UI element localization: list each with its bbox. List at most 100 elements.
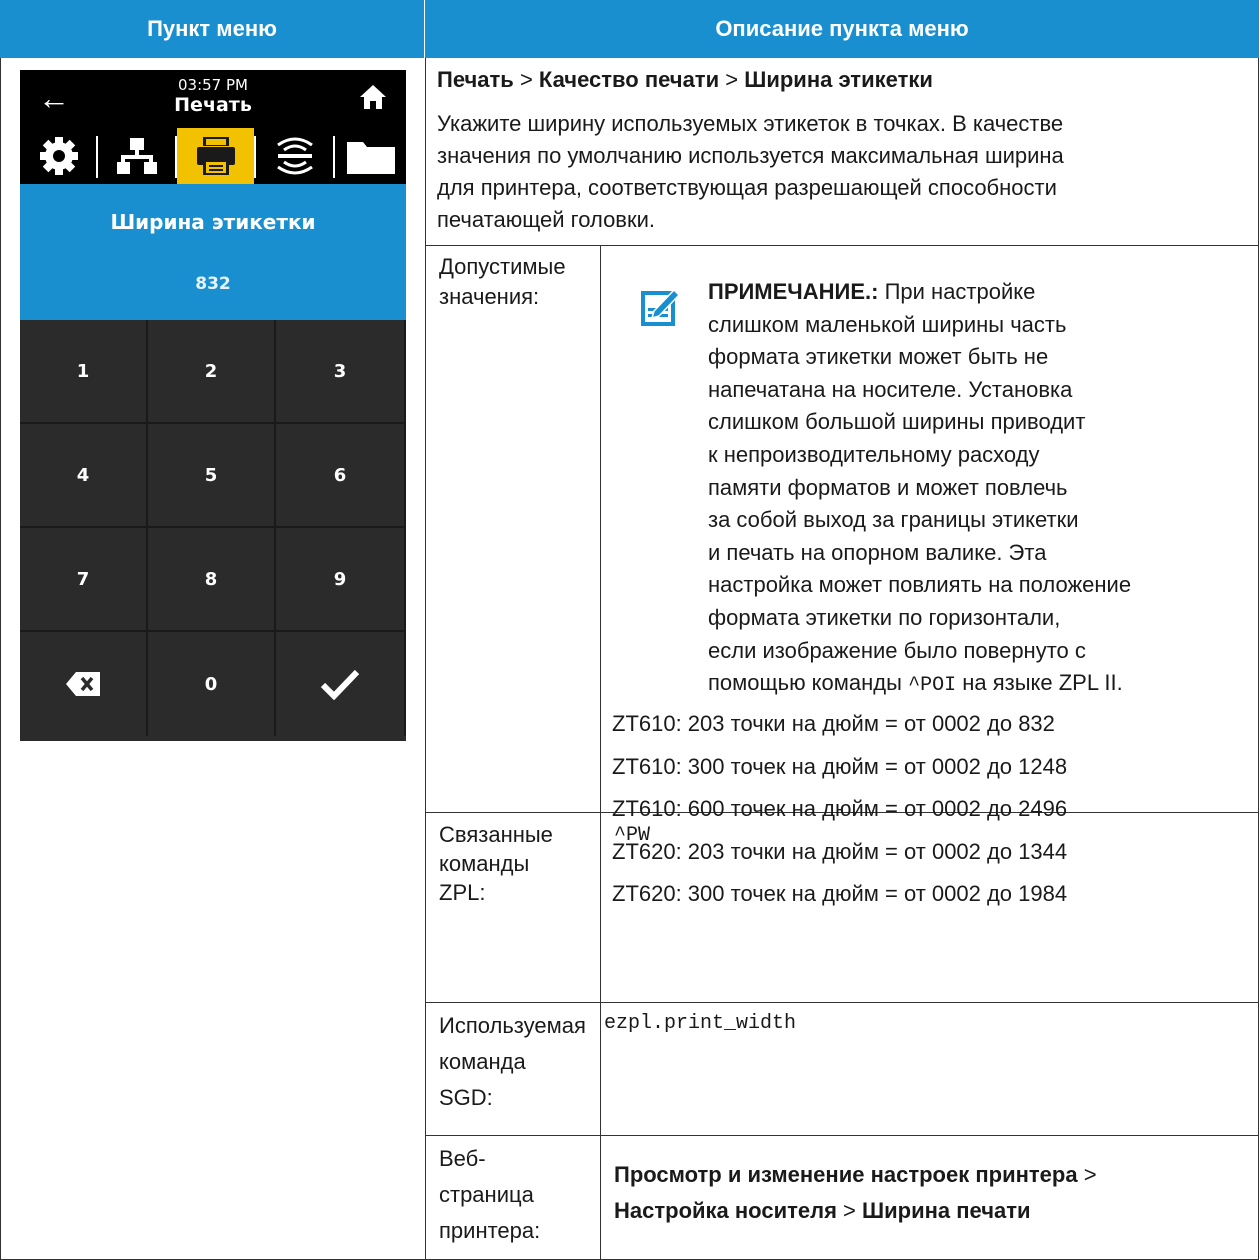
value-range-line: ZT610: 300 точек на дюйм = от 0002 до 12… [612, 753, 1068, 779]
key-3[interactable]: 3 [276, 320, 406, 424]
web-path-part: Настройка носителя [614, 1198, 837, 1223]
tab-sensor[interactable] [256, 128, 333, 184]
display-top-bar: ← 03:57 PM Печать [20, 70, 406, 128]
note-line: слишком маленькой ширины часть [708, 311, 1067, 337]
text-line: значения: [439, 284, 540, 309]
key-7[interactable]: 7 [20, 528, 148, 632]
key-1[interactable]: 1 [20, 320, 148, 424]
text-line: печатающей головки. [437, 207, 656, 232]
printer-display: ← 03:57 PM Печать Ширина этикетки 832 1 … [20, 70, 406, 741]
note-line: слишком большой ширины приводит [708, 409, 1086, 435]
text-line: ZPL: [439, 880, 486, 905]
text-line: Укажите ширину используемых этикеток в т… [437, 111, 1064, 136]
table-border-left [0, 58, 1, 1260]
web-page-path: Просмотр и изменение настроек принтера >… [614, 1157, 1097, 1229]
backspace-key[interactable] [20, 632, 148, 736]
accepted-values-list: ZT610: 203 точки на дюйм = от 0002 до 83… [612, 703, 1067, 916]
sgd-command-label: Используемая команда SGD: [439, 1008, 586, 1116]
header-menu-item: Пункт меню [0, 0, 425, 58]
menu-path-separator: > [519, 67, 533, 92]
web-path-part: Просмотр и изменение настроек принтера [614, 1162, 1078, 1187]
note-line: формата этикетки по горизонтали, [708, 604, 1061, 630]
confirm-key[interactable] [276, 632, 406, 736]
backspace-icon [66, 672, 100, 696]
text-line: команды [439, 851, 530, 876]
tab-settings[interactable] [20, 128, 97, 184]
note-line: напечатана на носителе. Установка [708, 376, 1073, 402]
display-value-panel: Ширина этикетки 832 [20, 184, 406, 320]
menu-path-part: Качество печати [538, 67, 720, 92]
note-block: ПРИМЕЧАНИЕ.: При настройке слишком мален… [708, 276, 1131, 703]
note-line: настройка может повлиять на положение [708, 572, 1132, 598]
web-page-label: Веб- страница принтера: [439, 1141, 540, 1249]
menu-path: Печать > Качество печати > Ширина этикет… [437, 64, 933, 96]
network-icon [116, 138, 157, 174]
tab-print[interactable] [177, 128, 254, 184]
key-2[interactable]: 2 [148, 320, 276, 424]
note-line: формата этикетки может быть не [708, 344, 1049, 370]
note-line: к непроизводительному расходу [708, 441, 1040, 467]
tab-network[interactable] [98, 128, 175, 184]
note-line: памяти форматов и может повлечь [708, 474, 1068, 500]
display-field-value[interactable]: 832 [20, 274, 406, 294]
key-0[interactable]: 0 [148, 632, 276, 736]
zpl-command-value: ^PW [614, 824, 651, 847]
note-text: При настройке [884, 279, 1036, 304]
home-icon[interactable] [358, 82, 388, 112]
key-5[interactable]: 5 [148, 424, 276, 528]
display-field-label: Ширина этикетки [110, 210, 316, 234]
note-code: ^POI [908, 674, 957, 698]
row-divider [425, 245, 1259, 246]
note-title: ПРИМЕЧАНИЕ.: [708, 279, 879, 304]
tab-storage[interactable] [335, 128, 406, 184]
description-paragraph: Укажите ширину используемых этикеток в т… [437, 108, 1064, 236]
key-6[interactable]: 6 [276, 424, 406, 528]
note-line: за собой выход за границы этикетки [708, 507, 1079, 533]
note-last-line: помощью команды ^POI на языке ZPL II. [708, 667, 1131, 703]
key-9[interactable]: 9 [276, 528, 406, 632]
text-line: значения по умолчанию используется макси… [437, 143, 1064, 168]
value-range-line: ZT620: 300 точек на дюйм = от 0002 до 19… [612, 881, 1068, 906]
key-8[interactable]: 8 [148, 528, 276, 632]
display-tab-bar [20, 128, 406, 184]
sensor-icon [276, 137, 313, 175]
table-subcolumn-divider [600, 245, 601, 1260]
text-line: страница [439, 1182, 534, 1207]
value-range-line: ZT620: 203 точки на дюйм = от 0002 до 13… [612, 838, 1068, 864]
printer-icon [196, 137, 235, 175]
menu-path-part: Печать [437, 67, 514, 92]
zpl-command-label: Связанные команды ZPL: [439, 820, 553, 907]
value-range-line: ZT610: 600 точек на дюйм = от 0002 до 24… [612, 796, 1068, 821]
accepted-values-label: Допустимые значения: [439, 252, 566, 312]
text-line: Допустимые [439, 254, 566, 279]
text-line: Связанные [439, 822, 553, 847]
web-path-part: Ширина печати [862, 1198, 1031, 1223]
text-line: команда [439, 1049, 526, 1074]
note-text: на языке ZPL II. [962, 670, 1123, 696]
checkmark-icon [320, 669, 360, 700]
display-time: 03:57 PM [178, 76, 248, 94]
note-line: и печать на опорном валике. Эта [708, 539, 1047, 565]
text-line: SGD: [439, 1085, 493, 1110]
note-first-line: ПРИМЕЧАНИЕ.: При настройке [708, 276, 1131, 309]
table-column-divider [425, 58, 426, 1260]
numeric-keypad: 1 2 3 4 5 6 7 8 9 0 [20, 320, 406, 741]
menu-path-separator: > [725, 67, 739, 92]
text-line: Веб- [439, 1146, 486, 1171]
note-icon [641, 288, 680, 326]
web-path-separator: > [843, 1198, 856, 1223]
web-path-line: Просмотр и изменение настроек принтера > [614, 1157, 1097, 1193]
header-menu-description: Описание пункта меню [425, 0, 1259, 58]
sgd-command-value: ezpl.print_width [604, 1012, 797, 1035]
key-4[interactable]: 4 [20, 424, 148, 528]
folder-icon [346, 142, 395, 174]
gear-icon [39, 137, 78, 175]
value-range-line: ZT610: 203 точки на дюйм = от 0002 до 83… [612, 711, 1055, 736]
web-path-line: Настройка носителя > Ширина печати [614, 1193, 1097, 1229]
display-title: Печать [174, 94, 252, 116]
text-line: принтера: [439, 1218, 541, 1243]
note-text: помощью команды [708, 670, 902, 696]
text-line: Используемая [439, 1013, 586, 1038]
menu-item-table: Пункт меню Описание пункта меню ← 03:57 … [0, 0, 1259, 1260]
menu-path-part: Ширина этикетки [744, 67, 933, 92]
